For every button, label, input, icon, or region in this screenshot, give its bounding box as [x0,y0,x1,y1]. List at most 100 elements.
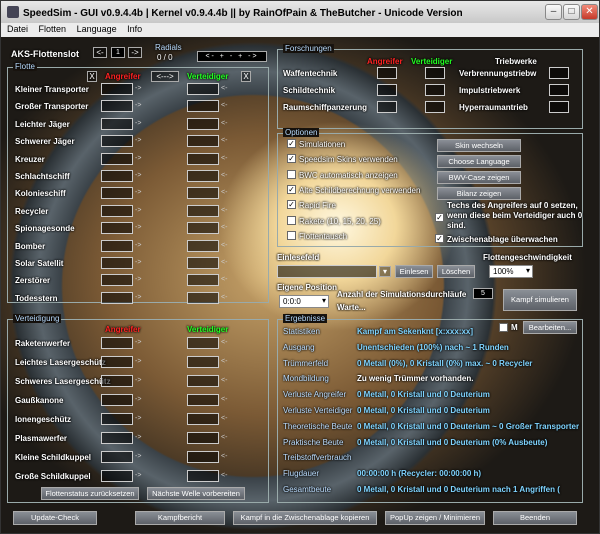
fleet-attacker-input[interactable] [101,291,133,304]
fleet-copy-arrow[interactable]: -> [135,155,141,162]
fleet-copy-arrow[interactable]: -> [135,207,141,214]
defense-attacker-input[interactable] [101,451,133,463]
defense-defender-input[interactable] [187,337,219,349]
fleet-defender-input[interactable] [187,291,219,304]
bilanz-button[interactable]: Bilanz zeigen [437,187,521,200]
fleet-defender-input[interactable] [187,274,219,287]
fleet-defender-input[interactable] [187,117,219,130]
defense-copy-arrow[interactable]: -> [135,358,141,365]
defense-copy-arrow[interactable]: -> [135,472,141,479]
tech-zero-checkbox[interactable]: ✓ [435,213,444,222]
radials-stepper[interactable]: <- + - + -> [197,51,267,62]
battle-report-button[interactable]: Kampfbericht [135,511,225,525]
readin-button[interactable]: Einlesen [395,265,433,278]
option-checkbox[interactable] [287,215,296,225]
fleet-defender-input[interactable] [187,100,219,113]
research-defender-input[interactable] [425,67,445,79]
close-button[interactable]: ✕ [581,4,598,20]
defense-copy-arrow[interactable]: <- [221,396,227,403]
defense-defender-input[interactable] [187,413,219,425]
option-checkbox[interactable] [287,169,296,179]
research-attacker-input[interactable] [377,101,397,113]
defense-attacker-input[interactable] [101,470,133,482]
fleet-defender-input[interactable] [187,204,219,217]
fleet-defender-input[interactable] [187,152,219,165]
defense-copy-arrow[interactable]: <- [221,434,227,441]
aks-prev-button[interactable]: <- [93,47,107,58]
research-attacker-input[interactable] [377,84,397,96]
results-m-checkbox[interactable] [499,323,508,332]
defense-attacker-input[interactable] [101,394,133,406]
fleet-copy-arrow[interactable]: -> [135,242,141,249]
readin-textarea[interactable] [277,265,377,278]
fleet-attacker-input[interactable] [101,222,133,235]
option-checkbox[interactable] [287,230,296,240]
fleet-attacker-input[interactable] [101,187,133,200]
fleet-attacker-clear[interactable]: X [87,71,97,82]
defense-copy-arrow[interactable]: <- [221,339,227,346]
restore-fleet-button[interactable]: Flottenstatus zurücksetzen [41,487,139,500]
next-wave-button[interactable]: Nächste Welle vorbereiten [147,487,245,500]
fleet-attacker-input[interactable] [101,135,133,148]
update-check-button[interactable]: Update-Check [13,511,97,525]
simulate-button[interactable]: Kampf simulieren [503,289,577,311]
fleet-attacker-input[interactable] [101,239,133,252]
option-checkbox[interactable]: ✓ [287,154,296,164]
defense-attacker-input[interactable] [101,432,133,444]
menu-language[interactable]: Language [77,24,117,34]
research-attacker-input[interactable] [377,67,397,79]
defense-defender-input[interactable] [187,394,219,406]
fleet-copy-arrow[interactable]: <- [221,224,227,231]
fleet-copy-arrow[interactable]: <- [221,189,227,196]
fleet-defender-input[interactable] [187,187,219,200]
aks-next-button[interactable]: -> [128,47,142,58]
fleet-defender-input[interactable] [187,222,219,235]
fleet-copy-arrow[interactable]: -> [135,189,141,196]
minimize-button[interactable]: – [545,4,562,20]
fleet-defender-input[interactable] [187,170,219,182]
defense-copy-arrow[interactable]: <- [221,472,227,479]
fleet-copy-arrow[interactable]: <- [221,137,227,144]
fleet-copy-arrow[interactable]: <- [221,242,227,249]
engine-input[interactable] [549,67,569,79]
fleet-copy-arrow[interactable]: <- [221,155,227,162]
readin-scroll[interactable]: ▾ [379,266,391,277]
defense-copy-arrow[interactable]: <- [221,377,227,384]
research-defender-input[interactable] [425,101,445,113]
fleet-attacker-input[interactable] [101,117,133,130]
defense-defender-input[interactable] [187,375,219,387]
readin-delete-button[interactable]: Löschen [437,265,475,278]
defense-attacker-input[interactable] [101,356,133,368]
defense-defender-input[interactable] [187,451,219,463]
fleet-attacker-input[interactable] [101,274,133,287]
fleet-copy-arrow[interactable]: -> [135,276,141,283]
defense-defender-input[interactable] [187,470,219,482]
skin-change-button[interactable]: Skin wechseln [437,139,521,152]
defense-copy-arrow[interactable]: -> [135,415,141,422]
option-checkbox[interactable]: ✓ [287,139,296,148]
aks-slot-input[interactable]: 1 [111,47,125,58]
option-checkbox[interactable]: ✓ [287,184,296,194]
menu-datei[interactable]: Datei [7,24,28,34]
fleet-defender-input[interactable] [187,83,219,95]
fleet-copy-arrow[interactable]: <- [221,85,227,92]
quit-button[interactable]: Beenden [493,511,577,525]
fleet-copy-arrow[interactable]: <- [221,120,227,127]
defense-copy-arrow[interactable]: -> [135,434,141,441]
fleet-attacker-input[interactable] [101,204,133,217]
defense-copy-arrow[interactable]: -> [135,453,141,460]
fleet-defender-input[interactable] [187,239,219,252]
defense-copy-arrow[interactable]: <- [221,415,227,422]
fleet-attacker-input[interactable] [101,152,133,165]
results-edit-button[interactable]: Bearbeiten... [523,321,577,334]
option-checkbox[interactable]: ✓ [287,200,296,210]
fleet-copy-arrow[interactable]: <- [221,259,227,266]
engine-input[interactable] [549,101,569,113]
engine-input[interactable] [549,84,569,96]
copy-to-clipboard-button[interactable]: Kampf in die Zwischenablage kopieren [233,511,377,525]
defense-attacker-input[interactable] [101,375,133,387]
fleet-copy-button[interactable]: <---> [151,71,179,82]
fleet-copy-arrow[interactable]: <- [221,294,227,301]
speed-select[interactable]: 100% [489,265,533,278]
defense-copy-arrow[interactable]: -> [135,339,141,346]
